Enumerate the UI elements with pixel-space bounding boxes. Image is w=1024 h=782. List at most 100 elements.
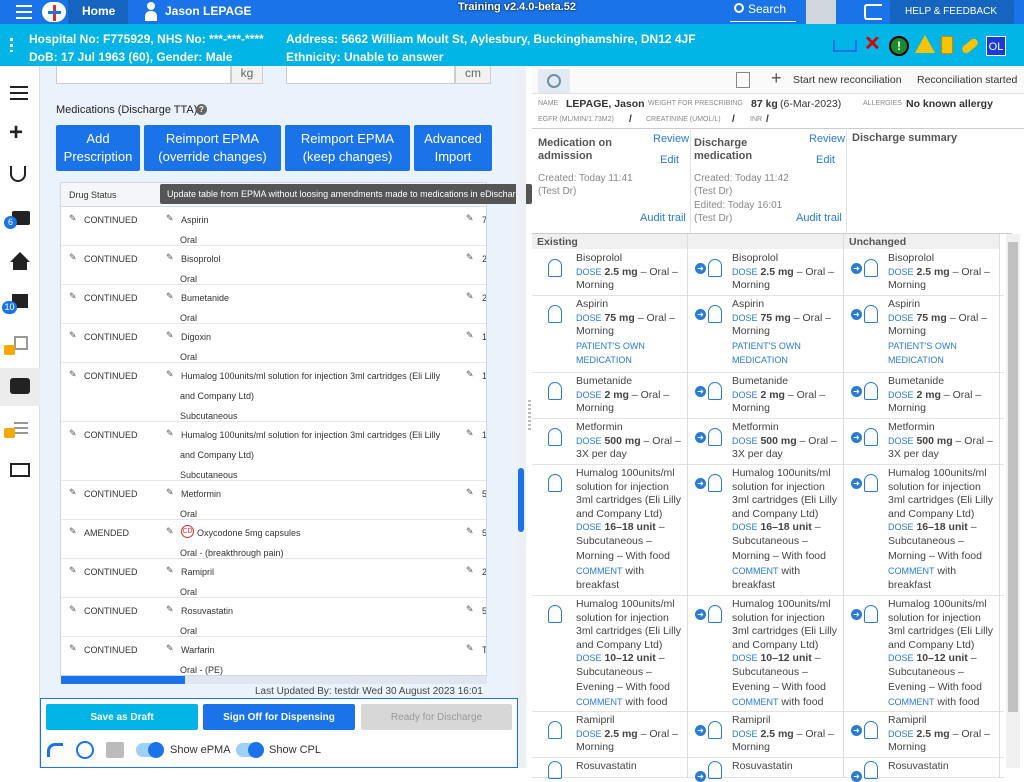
medication-cell[interactable]: ➜ Bisoprolol DOSE 2.5 mg – Oral – Morning — [844, 249, 1000, 295]
edit-drug-icon[interactable]: ✎ — [166, 526, 174, 537]
edit-dose-icon[interactable]: ✎ — [466, 291, 474, 302]
edit-drug-icon[interactable]: ✎ — [166, 291, 174, 302]
weight-input[interactable] — [56, 66, 231, 84]
medication-cell[interactable]: ➜ Rosuvastatin — [688, 757, 844, 782]
locked-message-icon[interactable] — [14, 336, 28, 350]
edit-dose-icon[interactable]: ✎ — [466, 604, 474, 615]
edit-dose-icon[interactable]: ✎ — [466, 643, 474, 654]
medication-cell[interactable]: Humalog 100units/ml solution for injectio… — [532, 464, 688, 595]
medication-cell[interactable]: Ramipril DOSE 2.5 mg – Oral – Morning — [532, 711, 688, 757]
dots-icon[interactable] — [10, 38, 13, 52]
medication-cell[interactable]: ➜ Humalog 100units/ml solution for injecti… — [688, 595, 844, 711]
splitter-handle[interactable] — [528, 400, 531, 430]
link-icon[interactable] — [538, 69, 570, 93]
medication-icon[interactable] — [941, 36, 953, 54]
bed-icon[interactable] — [833, 40, 857, 52]
drug-status-header[interactable]: Drug Status — [69, 190, 117, 200]
medication-cell[interactable]: ➜ Metformin DOSE 500 mg – Oral –3X per day — [844, 418, 1000, 464]
ready-discharge-button[interactable]: Ready for Discharge — [361, 704, 512, 730]
medication-cell[interactable]: ➜ Bumetanide DOSE 2 mg – Oral – Morning — [844, 372, 1000, 418]
menu-icon[interactable] — [16, 5, 32, 19]
edit-drug-icon[interactable]: ✎ — [166, 369, 174, 380]
print-icon[interactable] — [106, 742, 124, 758]
medication-cell[interactable]: ➜ Bumetanide DOSE 2 mg – Oral – Morning — [688, 372, 844, 418]
reconcile-icon[interactable] — [736, 72, 750, 88]
initials-badge[interactable]: OL — [986, 36, 1006, 56]
table-row[interactable]: ✎ CONTINUED ✎ Humalog 100units/ml solution … — [61, 363, 486, 422]
medication-cell[interactable]: ➜ Humalog 100units/ml solution for injecti… — [844, 464, 1000, 595]
edit-drug-icon[interactable]: ✎ — [166, 252, 174, 263]
table-row[interactable]: ✎ CONTINUED ✎ Bisoprolol Oral ✎ 2 — [61, 246, 486, 285]
locked-list-icon[interactable] — [14, 422, 28, 436]
edit-dose-icon[interactable]: ✎ — [466, 213, 474, 224]
warning-icon[interactable] — [915, 35, 935, 53]
height-input[interactable] — [286, 66, 455, 84]
edit-drug-icon[interactable]: ✎ — [166, 604, 174, 615]
history-icon[interactable] — [76, 741, 94, 759]
edit-status-icon[interactable]: ✎ — [69, 369, 77, 380]
help-feedback-button[interactable]: HELP & FEEDBACK — [890, 0, 1014, 24]
advanced-import-button[interactable]: Advanced Import — [414, 125, 492, 171]
discharge-icon[interactable] — [0, 368, 40, 406]
pill-icon[interactable] — [960, 37, 980, 55]
medication-cell[interactable]: ➜ Ramipril DOSE 2.5 mg – Oral – Morning — [688, 711, 844, 757]
start-reconciliation-button[interactable]: Start new reconciliation — [793, 74, 902, 86]
table-row[interactable]: ✎ CONTINUED ✎ Metformin Oral ✎ 5 — [61, 481, 486, 520]
edit-status-icon[interactable]: ✎ — [69, 604, 77, 615]
edit-drug-icon[interactable]: ✎ — [166, 428, 174, 439]
medication-cell[interactable]: Aspirin DOSE 75 mg – Oral – Morning PATIENT… — [532, 295, 688, 372]
logout-icon[interactable] — [864, 4, 882, 20]
medication-cell[interactable]: ➜ Aspirin DOSE 75 mg – Oral – Morning PATIEN… — [688, 295, 844, 372]
add-icon[interactable]: + — [9, 121, 23, 145]
medication-cell[interactable]: ➜ Ramipril DOSE 2.5 mg – Oral – Morning — [844, 711, 1000, 757]
edit-drug-icon[interactable]: ✎ — [166, 330, 174, 341]
audit-trail-link[interactable]: Audit trail — [796, 212, 842, 224]
save-draft-button[interactable]: Save as Draft — [46, 704, 198, 730]
edit-dose-icon[interactable]: ✎ — [466, 428, 474, 439]
left-scrollbar[interactable] — [516, 66, 526, 768]
avatar[interactable] — [806, 0, 836, 24]
reimport-keep-button[interactable]: Reimport EPMA (keep changes) — [285, 125, 410, 171]
table-row[interactable]: ✎ CONTINUED ✎ Aspirin Oral ✎ 7 — [61, 207, 486, 246]
medication-cell[interactable]: Rosuvastatin — [532, 757, 688, 779]
medication-cell[interactable]: Humalog 100units/ml solution for injectio… — [532, 595, 688, 711]
medication-cell[interactable]: ➜ Humalog 100units/ml solution for injecti… — [688, 464, 844, 595]
reimport-override-button[interactable]: Reimport EPMA (override changes) — [144, 125, 281, 171]
building-icon[interactable] — [10, 463, 30, 477]
medication-cell[interactable]: ➜ Aspirin DOSE 75 mg – Oral – Morning PATIEN… — [844, 295, 1000, 372]
edit-status-icon[interactable]: ✎ — [69, 526, 77, 537]
edit-status-icon[interactable]: ✎ — [69, 643, 77, 654]
sign-off-button[interactable]: Sign Off for Dispensing — [203, 704, 355, 730]
edit-dose-icon[interactable]: ✎ — [466, 565, 474, 576]
audit-trail-link[interactable]: Audit trail — [640, 212, 686, 224]
edit-status-icon[interactable]: ✎ — [69, 428, 77, 439]
table-row[interactable]: ✎ CONTINUED ✎ Rosuvastatin Oral ✎ 5 — [61, 598, 486, 637]
edit-drug-icon[interactable]: ✎ — [166, 487, 174, 498]
medication-cell[interactable]: Bisoprolol DOSE 2.5 mg – Oral – Morning — [532, 249, 688, 295]
medication-cell[interactable]: ➜ Rosuvastatin — [844, 757, 1000, 782]
edit-drug-icon[interactable]: ✎ — [166, 643, 174, 654]
list-icon[interactable] — [10, 86, 28, 100]
edit-status-icon[interactable]: ✎ — [69, 213, 77, 224]
edit-dose-icon[interactable]: ✎ — [466, 487, 474, 498]
table-row[interactable]: ✎ CONTINUED ✎ Bumetanide Oral ✎ 2 — [61, 285, 486, 324]
right-scrollbar[interactable] — [1006, 234, 1020, 768]
home-icon[interactable] — [10, 252, 30, 262]
edit-status-icon[interactable]: ✎ — [69, 291, 77, 302]
edit-link[interactable]: Edit — [660, 154, 679, 166]
home-tab[interactable]: Home — [68, 0, 128, 24]
table-row[interactable]: ✎ CONTINUED ✎ Warfarin Oral - (PE) ✎ T — [61, 637, 486, 675]
review-link[interactable]: Review — [653, 133, 689, 145]
add-prescription-button[interactable]: Add Prescription — [56, 125, 140, 171]
medication-cell[interactable]: ➜ Bisoprolol DOSE 2.5 mg – Oral – Morning — [688, 249, 844, 295]
table-row[interactable]: ✎ CONTINUED ✎ Ramipril Oral ✎ 2 — [61, 559, 486, 598]
edit-link[interactable]: Edit — [816, 154, 835, 166]
close-icon[interactable]: ✕ — [864, 34, 881, 54]
medication-cell[interactable]: Bumetanide DOSE 2 mg – Oral – Morning — [532, 372, 688, 418]
edit-drug-icon[interactable]: ✎ — [166, 213, 174, 224]
search-button[interactable]: Search — [730, 0, 796, 22]
medication-cell[interactable]: Metformin DOSE 500 mg – Oral –3X per day — [532, 418, 688, 464]
undo-icon[interactable] — [47, 743, 63, 757]
edit-dose-icon[interactable]: ✎ — [466, 252, 474, 263]
edit-dose-icon[interactable]: ✎ — [466, 369, 474, 380]
